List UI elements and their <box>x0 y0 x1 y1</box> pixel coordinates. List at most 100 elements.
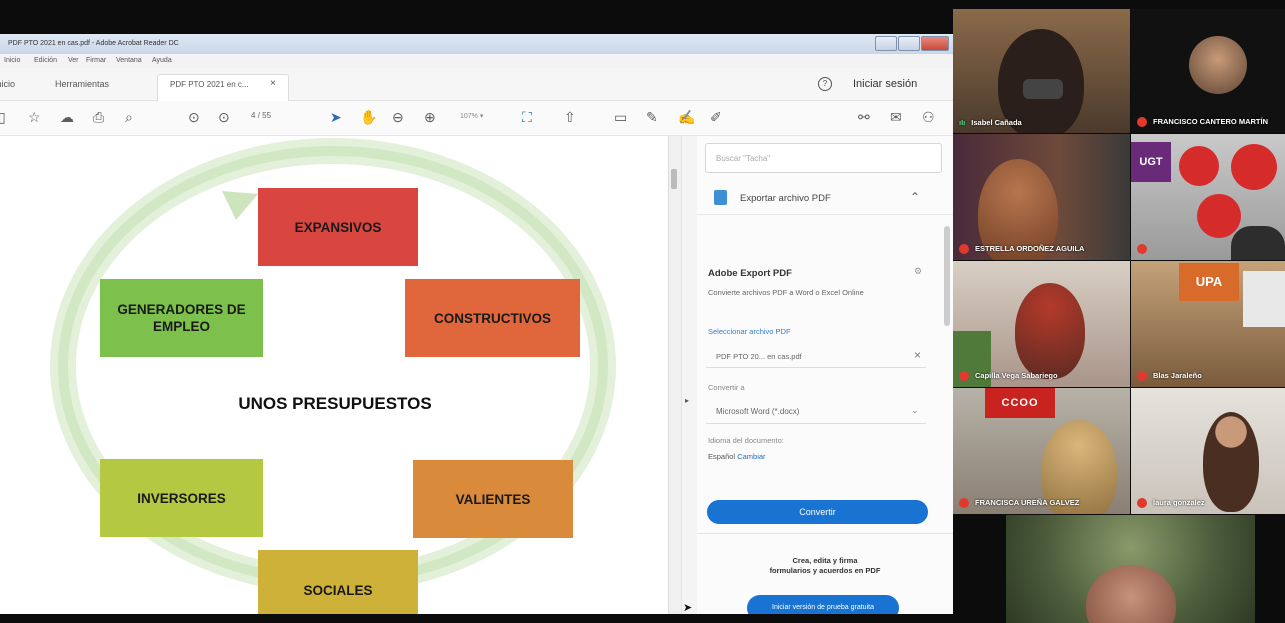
sign-in-link[interactable]: Iniciar sesión <box>853 78 917 90</box>
promo-line-2: formularios y acuerdos en PDF <box>769 566 881 575</box>
document-language: Español Cambiar <box>708 452 766 461</box>
highlight-pen-icon[interactable]: ✎ <box>646 109 658 125</box>
menu-item-ver[interactable]: Ver <box>68 57 79 64</box>
bookmark-star-icon[interactable]: ☆ <box>28 109 41 125</box>
document-view[interactable]: EXPANSIVOS CONSTRUCTIVOS VALIENTES SOCIA… <box>0 136 668 614</box>
collapse-panel-icon[interactable]: ▸ <box>685 396 689 405</box>
toolbar: ▯ ☆ ☁ ⎙ ⌕ ⊙ ⊙ 4 / 55 ➤ ✋ ⊖ ⊕ 107% ▾ ⛶ ⇧ … <box>0 101 953 136</box>
participant-name: ıIı Isabel Cañada <box>959 118 1022 127</box>
tool-search-input[interactable]: Buscar "Tacha" <box>705 143 942 173</box>
selected-file-field[interactable]: PDF PTO 20... en cas.pdf × <box>706 344 926 368</box>
menu-item-ventana[interactable]: Ventana <box>116 57 142 64</box>
diagram-center-title: UNOS PRESUPUESTOS <box>238 394 432 413</box>
video-tile-francisca[interactable]: CCOO FRANCISCA UREÑA GALVEZ <box>953 388 1130 514</box>
sociales-box: SOCIALES <box>258 550 418 614</box>
convert-button[interactable]: Convertir <box>707 500 928 524</box>
zoom-level[interactable]: 107% ▾ <box>460 112 483 120</box>
share-user-icon[interactable]: ⚇ <box>922 109 935 125</box>
window-titlebar: PDF PTO 2021 en cas.pdf - Adobe Acrobat … <box>0 34 953 54</box>
participant-name-text: FRANCISCA UREÑA GALVEZ <box>975 497 1080 507</box>
expansivos-box: EXPANSIVOS <box>258 188 418 266</box>
participant-name <box>1137 244 1153 254</box>
participant-video <box>1203 412 1259 512</box>
participant-name: Blas Jaraleño <box>1137 371 1202 381</box>
ugt-flag: UGT <box>1131 142 1171 182</box>
tab-tools[interactable]: Herramientas <box>55 79 109 89</box>
tab-home[interactable]: Inicio <box>0 79 15 89</box>
change-language-link[interactable]: Cambiar <box>737 452 765 461</box>
menu-item-ayuda[interactable]: Ayuda <box>152 57 172 64</box>
video-tile-blas[interactable]: UPA Blas Jaraleño <box>1131 261 1285 387</box>
participant-name: FRANCISCO CANTERO MARTÍN <box>1137 117 1268 127</box>
print-icon[interactable]: ⎙ <box>93 109 104 125</box>
panel-splitter[interactable]: ▸ <box>681 136 697 614</box>
ugt-logo <box>1197 194 1241 238</box>
participant-name-text: Blas Jaraleño <box>1153 370 1202 380</box>
video-tile-laura[interactable]: laura gonzalez <box>1131 388 1285 514</box>
video-tile-isabel[interactable]: ıIı Isabel Cañada <box>953 9 1130 133</box>
upload-cloud-icon[interactable]: ☁ <box>60 109 74 125</box>
panel-divider <box>697 533 953 534</box>
convert-format-select[interactable]: Microsoft Word (*.docx) ⌄ <box>706 399 926 424</box>
video-tile-self[interactable] <box>1006 515 1255 623</box>
page-current[interactable]: 4 <box>251 111 255 120</box>
export-pdf-icon <box>714 190 727 205</box>
video-tile-ugt[interactable]: UGT <box>1131 134 1285 260</box>
comment-icon[interactable]: ▭ <box>614 109 627 125</box>
zoom-out-icon[interactable]: ⊖ <box>392 109 404 125</box>
zoom-value: 107% <box>460 113 478 120</box>
selected-file-name: PDF PTO 20... en cas.pdf <box>716 352 802 361</box>
select-file-label: Seleccionar archivo PDF <box>708 327 791 336</box>
constructivos-box: CONSTRUCTIVOS <box>405 279 580 357</box>
participant-name-text: Isabel Cañada <box>971 118 1022 127</box>
select-cursor-icon[interactable]: ➤ <box>330 109 342 125</box>
video-tile-capilla[interactable]: Capilla Vega Sabariego <box>953 261 1130 387</box>
page-indicator[interactable]: 4 / 55 <box>251 111 271 120</box>
zoom-in-icon[interactable]: ⊕ <box>424 109 436 125</box>
remove-file-icon[interactable]: × <box>914 348 921 362</box>
fill-sign-icon[interactable]: ✐ <box>710 109 722 125</box>
chevron-up-icon[interactable]: ⌃ <box>910 190 920 204</box>
sidebar-toggle-icon[interactable]: ▯ <box>0 109 6 125</box>
window-controls <box>875 36 949 51</box>
scroll-mode-icon[interactable]: ⇧ <box>564 109 576 125</box>
page-down-icon[interactable]: ⊙ <box>218 109 230 125</box>
menu-item-inicio[interactable]: Inicio <box>4 57 20 64</box>
participant-name-text: ESTRELLA ORDOÑEZ AGUILA <box>975 243 1085 253</box>
help-icon[interactable]: ? <box>818 77 832 91</box>
email-icon[interactable]: ✉ <box>890 109 902 125</box>
ccoo-banner: CCOO <box>985 388 1055 418</box>
settings-icon[interactable]: ⚙ <box>914 266 922 277</box>
free-trial-button[interactable]: Iniciar versión de prueba gratuita <box>747 595 899 614</box>
tool-search-placeholder: Buscar "Tacha" <box>716 154 771 163</box>
minimize-button[interactable] <box>875 36 897 51</box>
avatar <box>1189 36 1247 94</box>
document-scrollbar[interactable] <box>668 136 681 614</box>
service-title: Adobe Export PDF <box>708 268 792 279</box>
maximize-button[interactable] <box>898 36 920 51</box>
fit-page-icon[interactable]: ⛶ <box>522 109 532 125</box>
tab-document-label: PDF PTO 2021 en c... <box>170 80 249 89</box>
export-pdf-label: Exportar archivo PDF <box>740 193 831 204</box>
menu-item-firmar[interactable]: Firmar <box>86 57 106 64</box>
page-up-icon[interactable]: ⊙ <box>188 109 200 125</box>
ugt-logo <box>1179 146 1219 186</box>
video-tile-francisco[interactable]: FRANCISCO CANTERO MARTÍN <box>1131 9 1285 133</box>
video-tile-estrella[interactable]: ESTRELLA ORDOÑEZ AGUILA <box>953 134 1130 260</box>
search-icon[interactable]: ⌕ <box>125 109 133 125</box>
draw-icon[interactable]: ✍ <box>678 109 695 125</box>
close-button[interactable] <box>921 36 949 51</box>
menu-item-edicion[interactable]: Edición <box>34 57 57 64</box>
link-icon[interactable]: ⚯ <box>858 109 870 125</box>
document-language-value: Español <box>708 452 736 461</box>
export-pdf-header[interactable]: Exportar archivo PDF ⌃ <box>697 180 953 215</box>
hand-tool-icon[interactable]: ✋ <box>360 109 377 125</box>
panel-scrollbar[interactable] <box>944 226 950 326</box>
document-scroll-thumb[interactable] <box>671 169 677 189</box>
valientes-box: VALIENTES <box>413 460 573 538</box>
participant-name-text: laura gonzalez <box>1153 497 1205 507</box>
tab-close-icon[interactable]: × <box>270 78 276 89</box>
service-description: Convierte archivos PDF a Word o Excel On… <box>708 288 864 297</box>
tab-document[interactable]: PDF PTO 2021 en c... × <box>157 74 289 101</box>
chevron-down-icon: ⌄ <box>911 405 919 415</box>
